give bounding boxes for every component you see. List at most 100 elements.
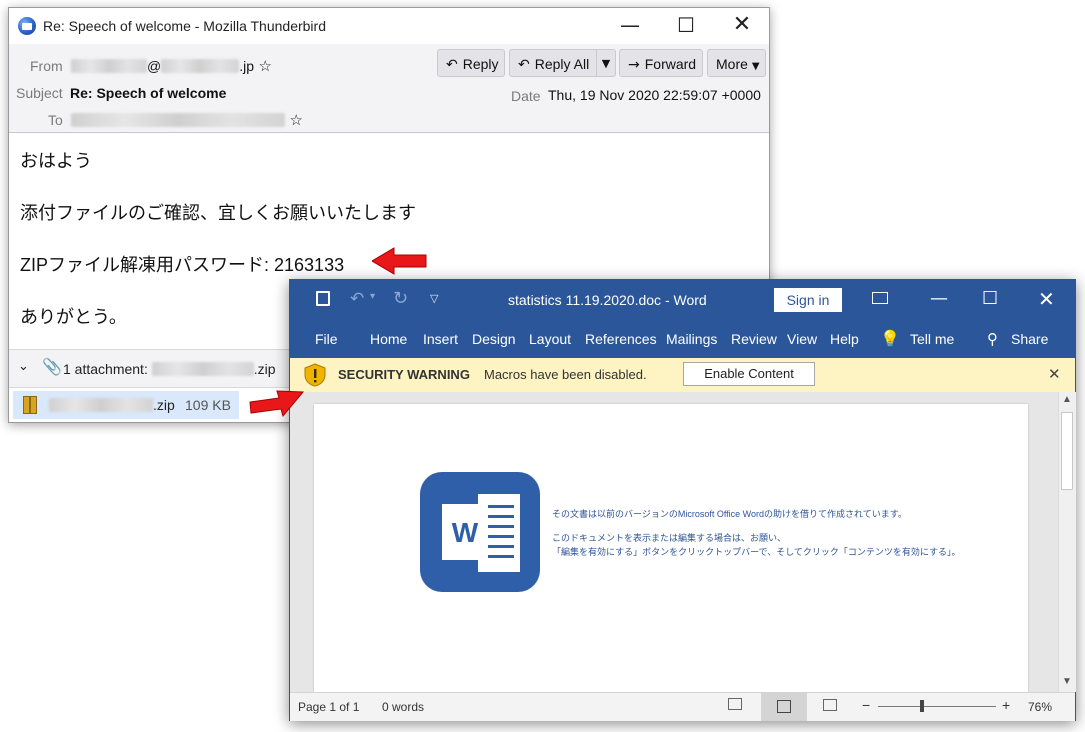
- message-header: From @ .jp ☆ Subject Re: Speech of welcom…: [9, 44, 769, 133]
- read-mode-icon[interactable]: [728, 698, 742, 710]
- scroll-down-icon[interactable]: ▼: [1062, 676, 1072, 687]
- zoom-out-button[interactable]: −: [862, 697, 870, 713]
- web-layout-icon[interactable]: [823, 699, 837, 711]
- share-button[interactable]: Share: [1011, 331, 1048, 347]
- to-label: To: [48, 112, 63, 128]
- attachment-file-name: .zip: [49, 397, 175, 413]
- tab-design[interactable]: Design: [472, 331, 516, 347]
- sign-in-button[interactable]: Sign in: [774, 288, 842, 312]
- word-titlebar: ↶ ▾ ↻ ▽ statistics 11.19.2020.doc - Word…: [290, 280, 1075, 322]
- close-icon[interactable]: ✕: [1048, 365, 1061, 383]
- tab-references[interactable]: References: [585, 331, 657, 347]
- customize-toolbar-icon[interactable]: ▽: [430, 292, 438, 305]
- paperclip-icon: 📎: [42, 357, 62, 376]
- tab-help[interactable]: Help: [830, 331, 859, 347]
- subject-label: Subject: [16, 85, 63, 101]
- vertical-scrollbar[interactable]: ▲ ▼: [1058, 392, 1076, 692]
- scrollbar-thumb[interactable]: [1061, 412, 1073, 490]
- from-domain-redacted: [161, 59, 240, 73]
- zoom-slider[interactable]: [878, 706, 996, 707]
- star-icon[interactable]: ☆: [289, 111, 302, 129]
- attachment-file-item[interactable]: .zip 109 KB: [13, 391, 239, 419]
- attachment-ext: .zip: [253, 361, 276, 377]
- maximize-button[interactable]: ☐: [663, 8, 709, 44]
- ribbon-display-icon[interactable]: [872, 292, 888, 304]
- reply-all-label: Reply All: [534, 56, 590, 72]
- thunderbird-logo-icon: [18, 17, 36, 35]
- attachment-name-redacted: [151, 362, 254, 376]
- zoom-level[interactable]: 76%: [1028, 700, 1052, 714]
- zoom-slider-thumb[interactable]: [920, 700, 924, 712]
- from-at: @: [147, 58, 162, 74]
- red-arrow-icon: [372, 247, 427, 275]
- from-redacted: [71, 59, 147, 73]
- body-password-line: ZIPファイル解凍用パスワード: 2163133: [20, 251, 344, 277]
- enable-content-button[interactable]: Enable Content: [683, 362, 815, 386]
- from-domain-suffix: .jp: [239, 58, 255, 74]
- reply-button[interactable]: ↶ Reply: [437, 49, 505, 77]
- security-warning-bar: SECURITY WARNING Macros have been disabl…: [290, 358, 1075, 393]
- from-label: From: [30, 58, 63, 74]
- red-arrow-icon: [249, 390, 305, 418]
- body-line: おはよう: [20, 151, 92, 171]
- file-ext: .zip: [153, 397, 175, 413]
- body-line: 添付ファイルのご確認、宜しくお願いいたします: [20, 203, 416, 223]
- doc-lure-text: その文書は以前のバージョンのMicrosoft Office Wordの助けを借…: [552, 509, 907, 519]
- word-window: ↶ ▾ ↻ ▽ statistics 11.19.2020.doc - Word…: [289, 279, 1076, 721]
- word-logo-icon: W: [420, 472, 540, 592]
- status-bar: Page 1 of 1 0 words − + 76%: [290, 692, 1075, 721]
- reply-icon: ↶: [446, 57, 458, 73]
- redo-icon[interactable]: ↻: [393, 288, 408, 309]
- shield-warning-icon: [304, 363, 326, 387]
- tell-me-box[interactable]: Tell me: [910, 331, 954, 347]
- tab-file[interactable]: File: [315, 331, 338, 347]
- star-icon[interactable]: ☆: [258, 57, 271, 75]
- to-field[interactable]: ☆: [71, 111, 303, 130]
- tab-insert[interactable]: Insert: [423, 331, 458, 347]
- file-name-redacted: [49, 398, 153, 412]
- minimize-button[interactable]: —: [930, 288, 948, 309]
- chevron-down-icon[interactable]: ⌄: [18, 359, 29, 374]
- undo-dropdown-icon[interactable]: ▾: [370, 291, 375, 302]
- reply-all-button[interactable]: ↶ Reply All ▼: [509, 49, 616, 77]
- save-icon[interactable]: [316, 291, 330, 306]
- tab-view[interactable]: View: [787, 331, 817, 347]
- tab-mailings[interactable]: Mailings: [666, 331, 717, 347]
- zoom-in-button[interactable]: +: [1002, 697, 1010, 713]
- doc-lure-text: 「編集を有効にする」ボタンをクリックトップバーで、そしてクリック「コンテンツを有…: [552, 547, 961, 557]
- window-title: Re: Speech of welcome - Mozilla Thunderb…: [43, 18, 326, 34]
- thunderbird-titlebar: Re: Speech of welcome - Mozilla Thunderb…: [9, 8, 769, 44]
- word-logo-letter: W: [452, 517, 479, 548]
- more-label: More: [716, 56, 748, 72]
- subject-value: Re: Speech of welcome: [70, 85, 227, 101]
- chevron-down-icon[interactable]: ▼: [596, 50, 615, 76]
- undo-icon[interactable]: ↶: [350, 289, 364, 309]
- attachment-count: 1 attachment:: [63, 361, 152, 377]
- forward-label: Forward: [644, 56, 697, 72]
- maximize-button[interactable]: ☐: [982, 288, 998, 309]
- forward-button[interactable]: → Forward: [619, 49, 703, 77]
- close-button[interactable]: ✕: [1038, 287, 1055, 311]
- tab-review[interactable]: Review: [731, 331, 777, 347]
- more-button[interactable]: More ▼: [707, 49, 766, 77]
- minimize-button[interactable]: —: [607, 8, 653, 44]
- password-value: 2163133: [274, 255, 345, 275]
- tab-home[interactable]: Home: [370, 331, 407, 347]
- print-layout-button[interactable]: [761, 693, 807, 721]
- body-line: ありがとう。: [20, 307, 127, 327]
- to-redacted: [71, 113, 285, 127]
- close-button[interactable]: ✕: [719, 8, 765, 44]
- document-page[interactable]: W その文書は以前のバージョンのMicrosoft Office Wordの助け…: [314, 404, 1028, 704]
- security-warning-title: SECURITY WARNING: [338, 367, 470, 382]
- lightbulb-icon: 💡: [880, 329, 900, 348]
- from-field[interactable]: @ .jp ☆: [71, 57, 272, 76]
- chevron-down-icon: ▼: [751, 61, 760, 72]
- security-warning-message: Macros have been disabled.: [484, 367, 647, 382]
- date-label: Date: [511, 88, 541, 104]
- page-count[interactable]: Page 1 of 1: [298, 700, 359, 714]
- scroll-up-icon[interactable]: ▲: [1062, 394, 1072, 405]
- zip-file-icon: [23, 396, 37, 414]
- tab-layout[interactable]: Layout: [529, 331, 571, 347]
- word-count[interactable]: 0 words: [382, 700, 424, 714]
- ribbon-tabs: File Home Insert Design Layout Reference…: [290, 322, 1075, 358]
